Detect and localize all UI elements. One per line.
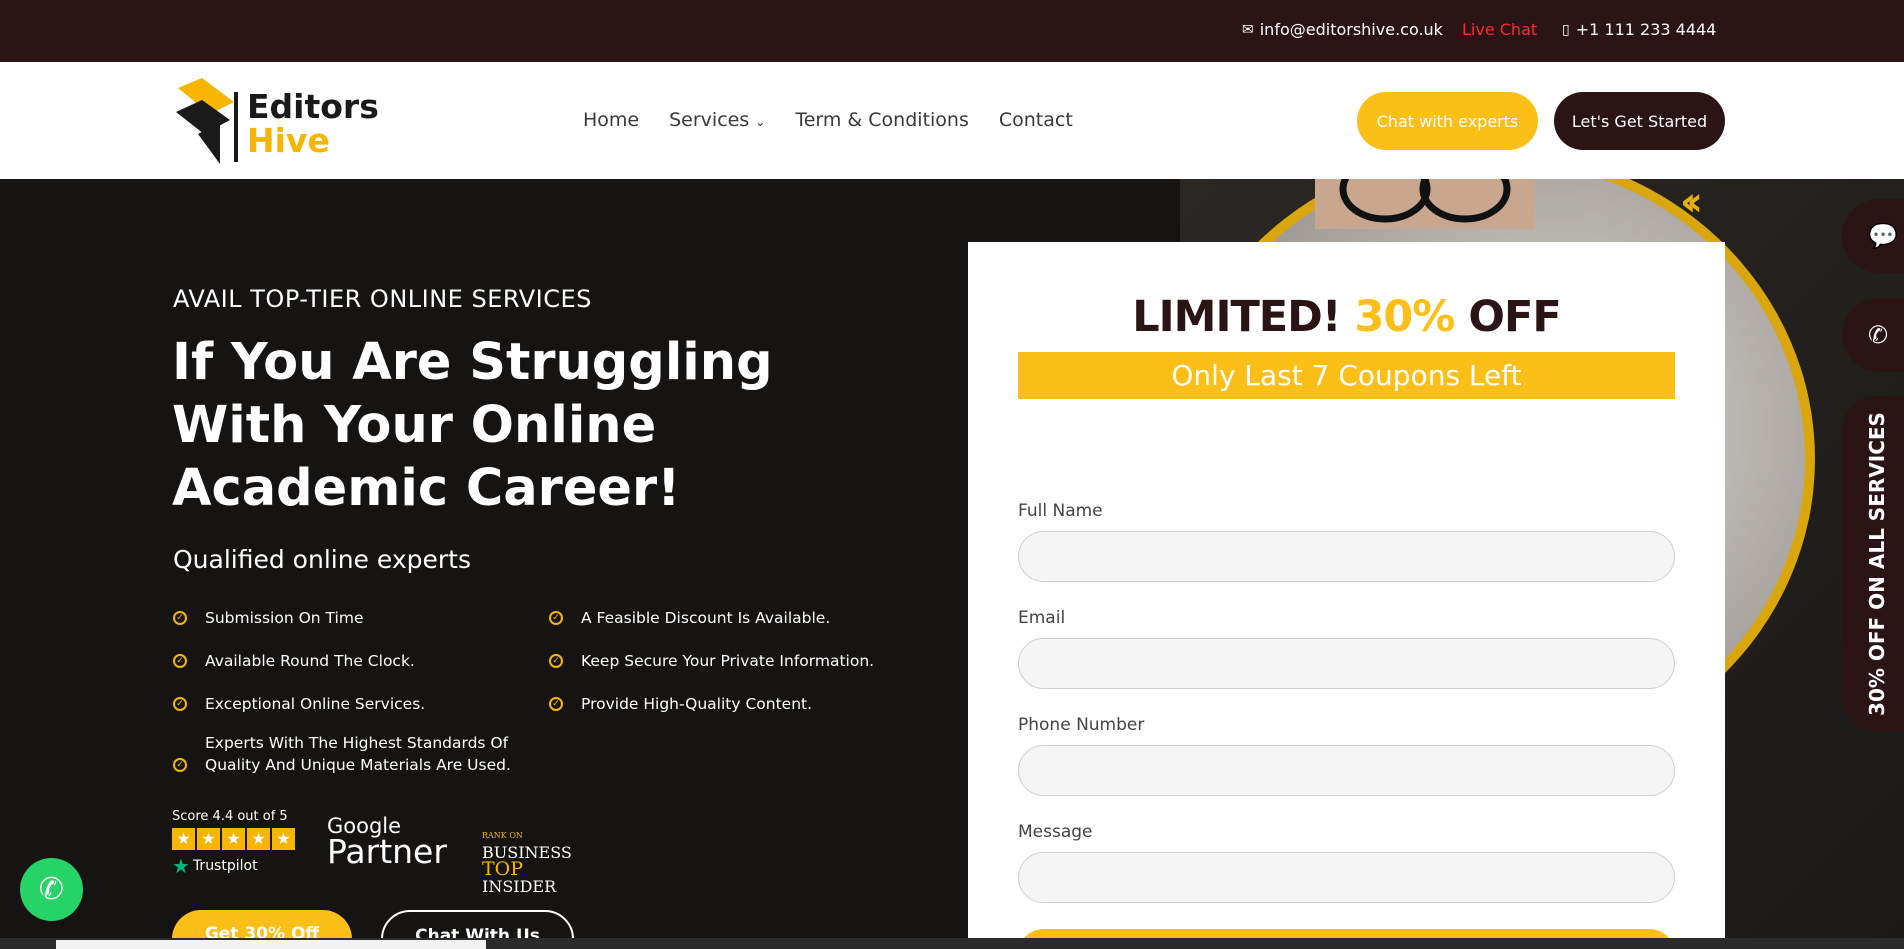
site-header: Editors Hive Home Services ⌄ Term & Cond… (0, 62, 1904, 179)
main-nav: Home Services ⌄ Term & Conditions Contac… (583, 109, 1073, 131)
phone-text: +1 111 233 4444 (1575, 20, 1717, 39)
check-circle-icon: ✓ (173, 697, 187, 711)
chat-with-experts-button[interactable]: Chat with experts (1357, 92, 1538, 150)
whatsapp-icon: ✆ (38, 872, 65, 907)
message-input[interactable] (1018, 852, 1675, 903)
star-icon: ★ (272, 828, 295, 850)
feature-text: Experts With The Highest Standards Of Qu… (205, 734, 511, 774)
message-label: Message (1018, 822, 1093, 842)
mobile-phone-icon: ▯ (1562, 21, 1570, 38)
logo-line-1: Editors (247, 87, 379, 126)
feature-text: A Feasible Discount Is Available. (581, 609, 831, 627)
full-name-label: Full Name (1018, 501, 1103, 521)
star-icon: ★ (247, 828, 270, 850)
hero-eyebrow: AVAIL TOP-TIER ONLINE SERVICES (173, 285, 592, 313)
feature-text: Provide High-Quality Content. (581, 695, 813, 713)
phone-label: Phone Number (1018, 715, 1145, 735)
nav-contact[interactable]: Contact (999, 109, 1073, 131)
coupon-banner: Only Last 7 Coupons Left (1018, 352, 1675, 399)
bi-rank-label: RANK ON (482, 831, 523, 840)
check-circle-icon: ✓ (549, 611, 563, 625)
star-icon: ★ (197, 828, 220, 850)
feature-item: ✓ Exceptional Online Services. (173, 693, 425, 715)
check-circle-icon: ✓ (549, 697, 563, 711)
live-chat-link[interactable]: Live Chat (1462, 20, 1537, 39)
whatsapp-button[interactable]: ✆ (20, 858, 83, 921)
phone-icon: ✆ (1868, 321, 1889, 349)
google-partner-badge: Google Partner (327, 813, 447, 871)
full-name-input[interactable] (1018, 531, 1675, 582)
partner-label: Partner (327, 832, 447, 871)
check-circle-icon: ✓ (173, 611, 187, 625)
offer-percent: 30% (1354, 292, 1455, 342)
feature-text: Available Round The Clock. (205, 652, 415, 670)
get-started-button[interactable]: Let's Get Started (1554, 92, 1725, 150)
check-circle-icon: ✓ (173, 758, 187, 772)
email-text: info@editorshive.co.uk (1259, 20, 1443, 39)
top-bar: ✉ info@editorshive.co.uk Live Chat ▯ +1 … (0, 0, 1904, 62)
nav-services[interactable]: Services ⌄ (669, 109, 765, 131)
nav-services-label: Services (669, 109, 750, 131)
phone-link[interactable]: ▯ +1 111 233 4444 (1562, 20, 1716, 39)
logo-mark-icon (176, 78, 238, 164)
check-circle-icon: ✓ (173, 654, 187, 668)
offer-title: LIMITED! 30% OFF (968, 292, 1725, 342)
hero-headline: If You Are Struggling With Your Online A… (172, 333, 773, 518)
nav-home[interactable]: Home (583, 109, 639, 131)
chevron-decoration-icon: ‹‹ (1680, 179, 1703, 225)
hero-section: ‹‹ AVAIL TOP-TIER ONLINE SERVICES If You… (0, 179, 1904, 949)
hero-subhead: Qualified online experts (173, 545, 471, 574)
side-offer-label: 30% OFF ON ALL SERVICES (1865, 412, 1889, 716)
email-link[interactable]: ✉ info@editorshive.co.uk (1242, 20, 1443, 39)
side-offer-tab[interactable]: 30% OFF ON ALL SERVICES (1842, 396, 1904, 732)
quote-form-card: LIMITED! 30% OFF Only Last 7 Coupons Lef… (968, 242, 1725, 949)
bottom-strip (0, 938, 1904, 949)
feature-item: ✓ Provide High-Quality Content. (549, 693, 812, 715)
trustpilot-star-icon: ★ (172, 854, 190, 878)
envelope-icon: ✉ (1242, 21, 1254, 38)
trustpilot-badge: Score 4.4 out of 5 ★ ★ ★ ★ ★ ★ Trustpilo… (172, 809, 302, 878)
phone-input[interactable] (1018, 745, 1675, 796)
logo-wordmark: Editors Hive (247, 90, 379, 158)
feature-item: ✓ Keep Secure Your Private Information. (549, 650, 874, 672)
feature-text: Submission On Time (205, 609, 364, 627)
offer-title-b: OFF (1468, 292, 1561, 342)
feature-item: ✓ Experts With The Highest Standards Of … (173, 732, 523, 776)
glasses-photo-detail (1315, 179, 1535, 229)
email-input[interactable] (1018, 638, 1675, 689)
business-insider-badge: RANK ON BUSINESS TOP INSIDER (482, 824, 572, 895)
feature-item: ✓ Available Round The Clock. (173, 650, 415, 672)
trustpilot-score: Score 4.4 out of 5 (172, 809, 288, 824)
chevron-down-icon: ⌄ (755, 115, 766, 129)
bottom-strip-panel (56, 940, 486, 949)
feature-item: ✓ A Feasible Discount Is Available. (549, 607, 830, 629)
feature-item: ✓ Submission On Time (173, 607, 363, 629)
trustpilot-label: Trustpilot (192, 858, 258, 874)
nav-terms[interactable]: Term & Conditions (795, 109, 969, 131)
check-circle-icon: ✓ (549, 654, 563, 668)
star-icon: ★ (222, 828, 245, 850)
trustpilot-name: ★ Trustpilot (172, 854, 302, 878)
bi-insider-label: INSIDER (482, 877, 557, 896)
rating-stars: ★ ★ ★ ★ ★ (172, 828, 302, 850)
chat-bubble-icon: 💬 (1868, 222, 1898, 250)
feature-text: Exceptional Online Services. (205, 695, 426, 713)
feature-text: Keep Secure Your Private Information. (581, 652, 875, 670)
star-icon: ★ (172, 828, 195, 850)
offer-title-a: LIMITED! (1132, 292, 1341, 342)
logo[interactable]: Editors Hive (174, 78, 394, 164)
logo-line-2: Hive (247, 121, 330, 160)
email-label: Email (1018, 608, 1066, 628)
